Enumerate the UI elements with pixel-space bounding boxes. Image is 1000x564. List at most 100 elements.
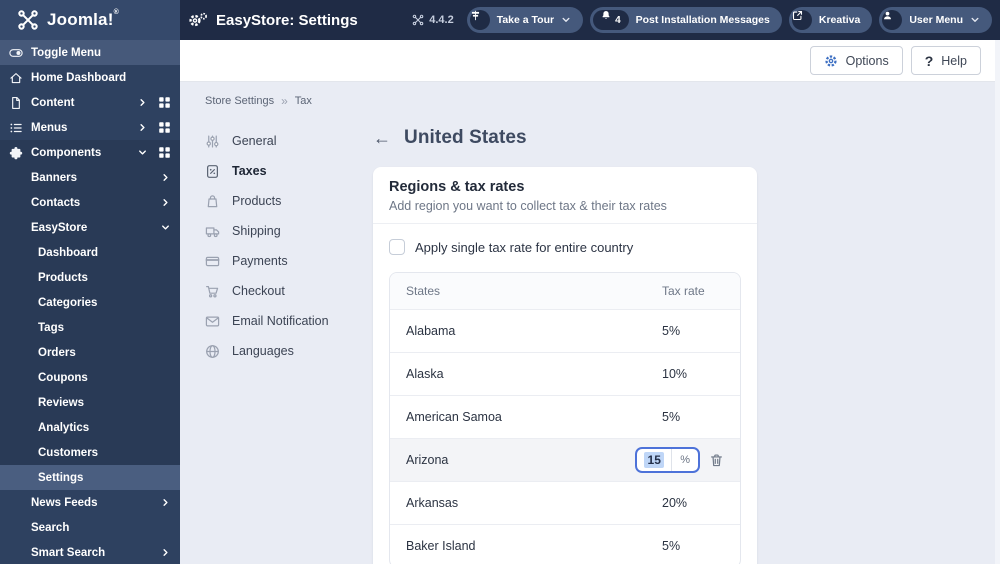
sidebar-item-label: Settings xyxy=(38,471,84,484)
help-button[interactable]: ? Help xyxy=(910,46,981,75)
sidebar-item-label: Smart Search xyxy=(31,546,106,559)
tax-rate-value: 10% xyxy=(662,367,688,381)
sidebar-item-dashboard[interactable]: Dashboard xyxy=(0,240,180,265)
percent-suffix: % xyxy=(671,449,698,471)
sidebar-item-banners[interactable]: Banners xyxy=(0,165,180,190)
sidebar-item-icon xyxy=(8,145,24,161)
sidebar-item-label: Toggle Menu xyxy=(31,46,102,59)
chevron-down-icon xyxy=(970,15,980,25)
settings-tab-taxes[interactable]: Taxes xyxy=(205,156,373,186)
sidebar-item-contacts[interactable]: Contacts xyxy=(0,190,180,215)
grid-shortcut-icon[interactable] xyxy=(158,146,171,159)
gear-icon xyxy=(824,54,838,68)
state-name: Arizona xyxy=(406,453,449,467)
settings-tab-checkout[interactable]: Checkout xyxy=(205,276,373,306)
settings-tab-languages[interactable]: Languages xyxy=(205,336,373,366)
sidebar-item-label: Content xyxy=(31,96,75,109)
breadcrumb-store-settings[interactable]: Store Settings xyxy=(205,95,274,107)
settings-tab-shipping[interactable]: Shipping xyxy=(205,216,373,246)
settings-tab-label: Payments xyxy=(232,254,288,268)
tax-panel: ← United States Regions & tax rates Add … xyxy=(373,126,757,564)
scrollbar-track[interactable] xyxy=(995,40,1000,564)
sidebar-item-content[interactable]: Content xyxy=(0,90,180,115)
sidebar-item-categories[interactable]: Categories xyxy=(0,290,180,315)
joomla-logo[interactable]: Joomla!® xyxy=(0,0,180,40)
sidebar-item-icon xyxy=(8,45,24,61)
sidebar-item-analytics[interactable]: Analytics xyxy=(0,415,180,440)
settings-tab-icon xyxy=(205,254,220,269)
grid-shortcut-icon[interactable] xyxy=(158,121,171,134)
sidebar-item-settings[interactable]: Settings xyxy=(0,465,180,490)
sidebar-item-products[interactable]: Products xyxy=(0,265,180,290)
sidebar: Toggle Menu Home Dashboard Content Menus… xyxy=(0,40,180,564)
table-row-arizona[interactable]: Arizona 15% % xyxy=(390,438,740,481)
sidebar-item-coupons[interactable]: Coupons xyxy=(0,365,180,390)
sidebar-item-label: Dashboard xyxy=(38,246,99,259)
sidebar-item-search[interactable]: Search xyxy=(0,515,180,540)
settings-tab-email-notification[interactable]: Email Notification xyxy=(205,306,373,336)
sidebar-item-orders[interactable]: Orders xyxy=(0,340,180,365)
take-a-tour-button[interactable]: Take a Tour xyxy=(466,7,584,33)
settings-tab-icon xyxy=(205,314,220,329)
top-bar-actions: 4.4.2 Take a Tour 4 Post Installation Me… xyxy=(412,7,992,33)
user-menu-button[interactable]: User Menu xyxy=(879,7,992,33)
table-row-alaska[interactable]: Alaska 10% xyxy=(390,352,740,395)
tax-rate-input-group[interactable]: % xyxy=(635,447,700,473)
settings-tab-general[interactable]: General xyxy=(205,126,373,156)
sidebar-item-label: Products xyxy=(38,271,88,284)
settings-tab-payments[interactable]: Payments xyxy=(205,246,373,276)
top-bar: Joomla!® EasyStore: Settings 4.4.2 Take … xyxy=(0,0,1000,40)
sidebar-item-home-dashboard[interactable]: Home Dashboard xyxy=(0,65,180,90)
sidebar-item-tags[interactable]: Tags xyxy=(0,315,180,340)
options-button[interactable]: Options xyxy=(809,46,903,75)
table-row-alabama[interactable]: Alabama 5% xyxy=(390,309,740,352)
tax-rate-input[interactable] xyxy=(644,452,665,468)
sidebar-item-news-feeds[interactable]: News Feeds xyxy=(0,490,180,515)
joomla-version-icon xyxy=(412,14,424,26)
sidebar-item-label: Contacts xyxy=(31,196,81,209)
single-tax-rate-checkbox[interactable] xyxy=(389,239,405,255)
back-arrow-icon[interactable]: ← xyxy=(373,129,391,147)
settings-tab-label: Languages xyxy=(232,344,294,358)
sidebar-item-label: Tags xyxy=(38,321,64,334)
settings-tab-label: Email Notification xyxy=(232,314,329,328)
chevron-icon xyxy=(137,147,148,158)
sidebar-item-icon xyxy=(8,120,24,136)
question-mark-icon: ? xyxy=(924,52,934,69)
table-row-american-samoa[interactable]: American Samoa 5% xyxy=(390,395,740,438)
chevron-icon xyxy=(160,547,171,558)
settings-tab-label: Products xyxy=(232,194,282,208)
sidebar-item-label: Components xyxy=(31,146,102,159)
chevron-icon xyxy=(160,497,171,508)
settings-tab-label: Taxes xyxy=(232,164,267,178)
table-row-baker-island[interactable]: Baker Island 5% xyxy=(390,524,740,564)
post-installation-messages-button[interactable]: 4 Post Installation Messages xyxy=(590,7,782,33)
sidebar-item-label: Categories xyxy=(38,296,98,309)
bell-icon xyxy=(601,10,611,30)
table-row-arkansas[interactable]: Arkansas 20% xyxy=(390,481,740,524)
settings-tab-label: General xyxy=(232,134,277,148)
trash-icon[interactable] xyxy=(709,453,724,468)
grid-shortcut-icon[interactable] xyxy=(158,96,171,109)
sidebar-item-icon xyxy=(8,70,24,86)
page-title: United States xyxy=(404,127,527,148)
breadcrumb-current: Tax xyxy=(294,95,312,107)
sidebar-item-label: EasyStore xyxy=(31,221,88,234)
sidebar-item-toggle-menu[interactable]: Toggle Menu xyxy=(0,40,180,65)
sidebar-item-easystore[interactable]: EasyStore xyxy=(0,215,180,240)
chevron-icon xyxy=(137,97,148,108)
tax-rate-value: 20% xyxy=(662,496,688,510)
sidebar-item-customers[interactable]: Customers xyxy=(0,440,180,465)
user-icon xyxy=(882,10,902,30)
sidebar-item-menus[interactable]: Menus xyxy=(0,115,180,140)
sidebar-item-smart-search[interactable]: Smart Search xyxy=(0,540,180,564)
sidebar-item-components[interactable]: Components xyxy=(0,140,180,165)
settings-tab-products[interactable]: Products xyxy=(205,186,373,216)
main-area: Options ? Help Store Settings » Tax Gene… xyxy=(180,40,1000,564)
settings-tab-icon xyxy=(205,134,220,149)
states-tax-table: States Tax rate Alabama 5% Alaska 10% Am… xyxy=(389,272,741,564)
single-tax-rate-row: Apply single tax rate for entire country xyxy=(389,238,741,256)
template-kreativa-button[interactable]: Kreativa xyxy=(788,7,873,33)
sidebar-item-reviews[interactable]: Reviews xyxy=(0,390,180,415)
chevron-icon xyxy=(160,197,171,208)
